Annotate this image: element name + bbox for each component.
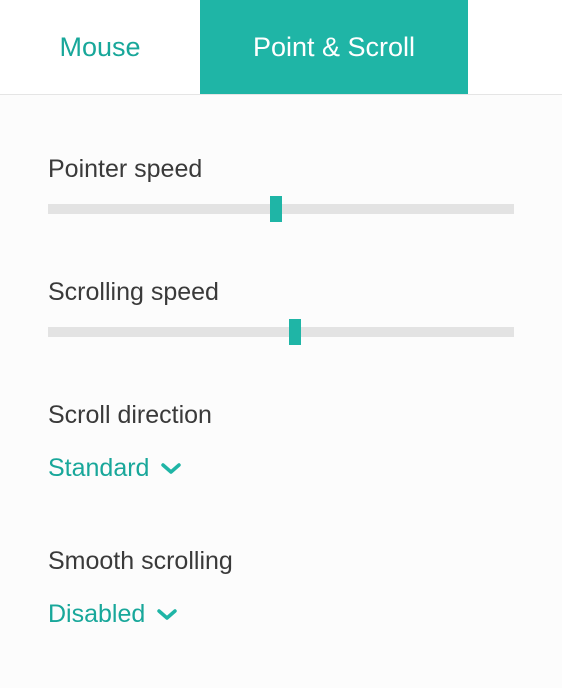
chevron-down-icon [157, 608, 177, 622]
chevron-down-icon [161, 462, 181, 476]
smooth-scrolling-dropdown[interactable]: Disabled [48, 600, 177, 629]
scroll-direction-value: Standard [48, 454, 149, 483]
scrolling-speed-thumb[interactable] [289, 319, 301, 345]
pointer-speed-label: Pointer speed [48, 155, 514, 184]
tab-mouse[interactable]: Mouse [0, 0, 200, 94]
scroll-direction-section: Scroll direction Standard [48, 401, 514, 483]
tab-point-and-scroll[interactable]: Point & Scroll [200, 0, 468, 94]
scrolling-speed-section: Scrolling speed [48, 278, 514, 337]
smooth-scrolling-section: Smooth scrolling Disabled [48, 547, 514, 629]
smooth-scrolling-value: Disabled [48, 600, 145, 629]
scroll-direction-label: Scroll direction [48, 401, 514, 430]
pointer-speed-thumb[interactable] [270, 196, 282, 222]
tabs-bar: Mouse Point & Scroll [0, 0, 562, 95]
smooth-scrolling-label: Smooth scrolling [48, 547, 514, 576]
pointer-speed-section: Pointer speed [48, 155, 514, 214]
scrolling-speed-label: Scrolling speed [48, 278, 514, 307]
scroll-direction-dropdown[interactable]: Standard [48, 454, 181, 483]
scrolling-speed-slider[interactable] [48, 327, 514, 337]
settings-content: Pointer speed Scrolling speed Scroll dir… [0, 95, 562, 688]
pointer-speed-slider[interactable] [48, 204, 514, 214]
